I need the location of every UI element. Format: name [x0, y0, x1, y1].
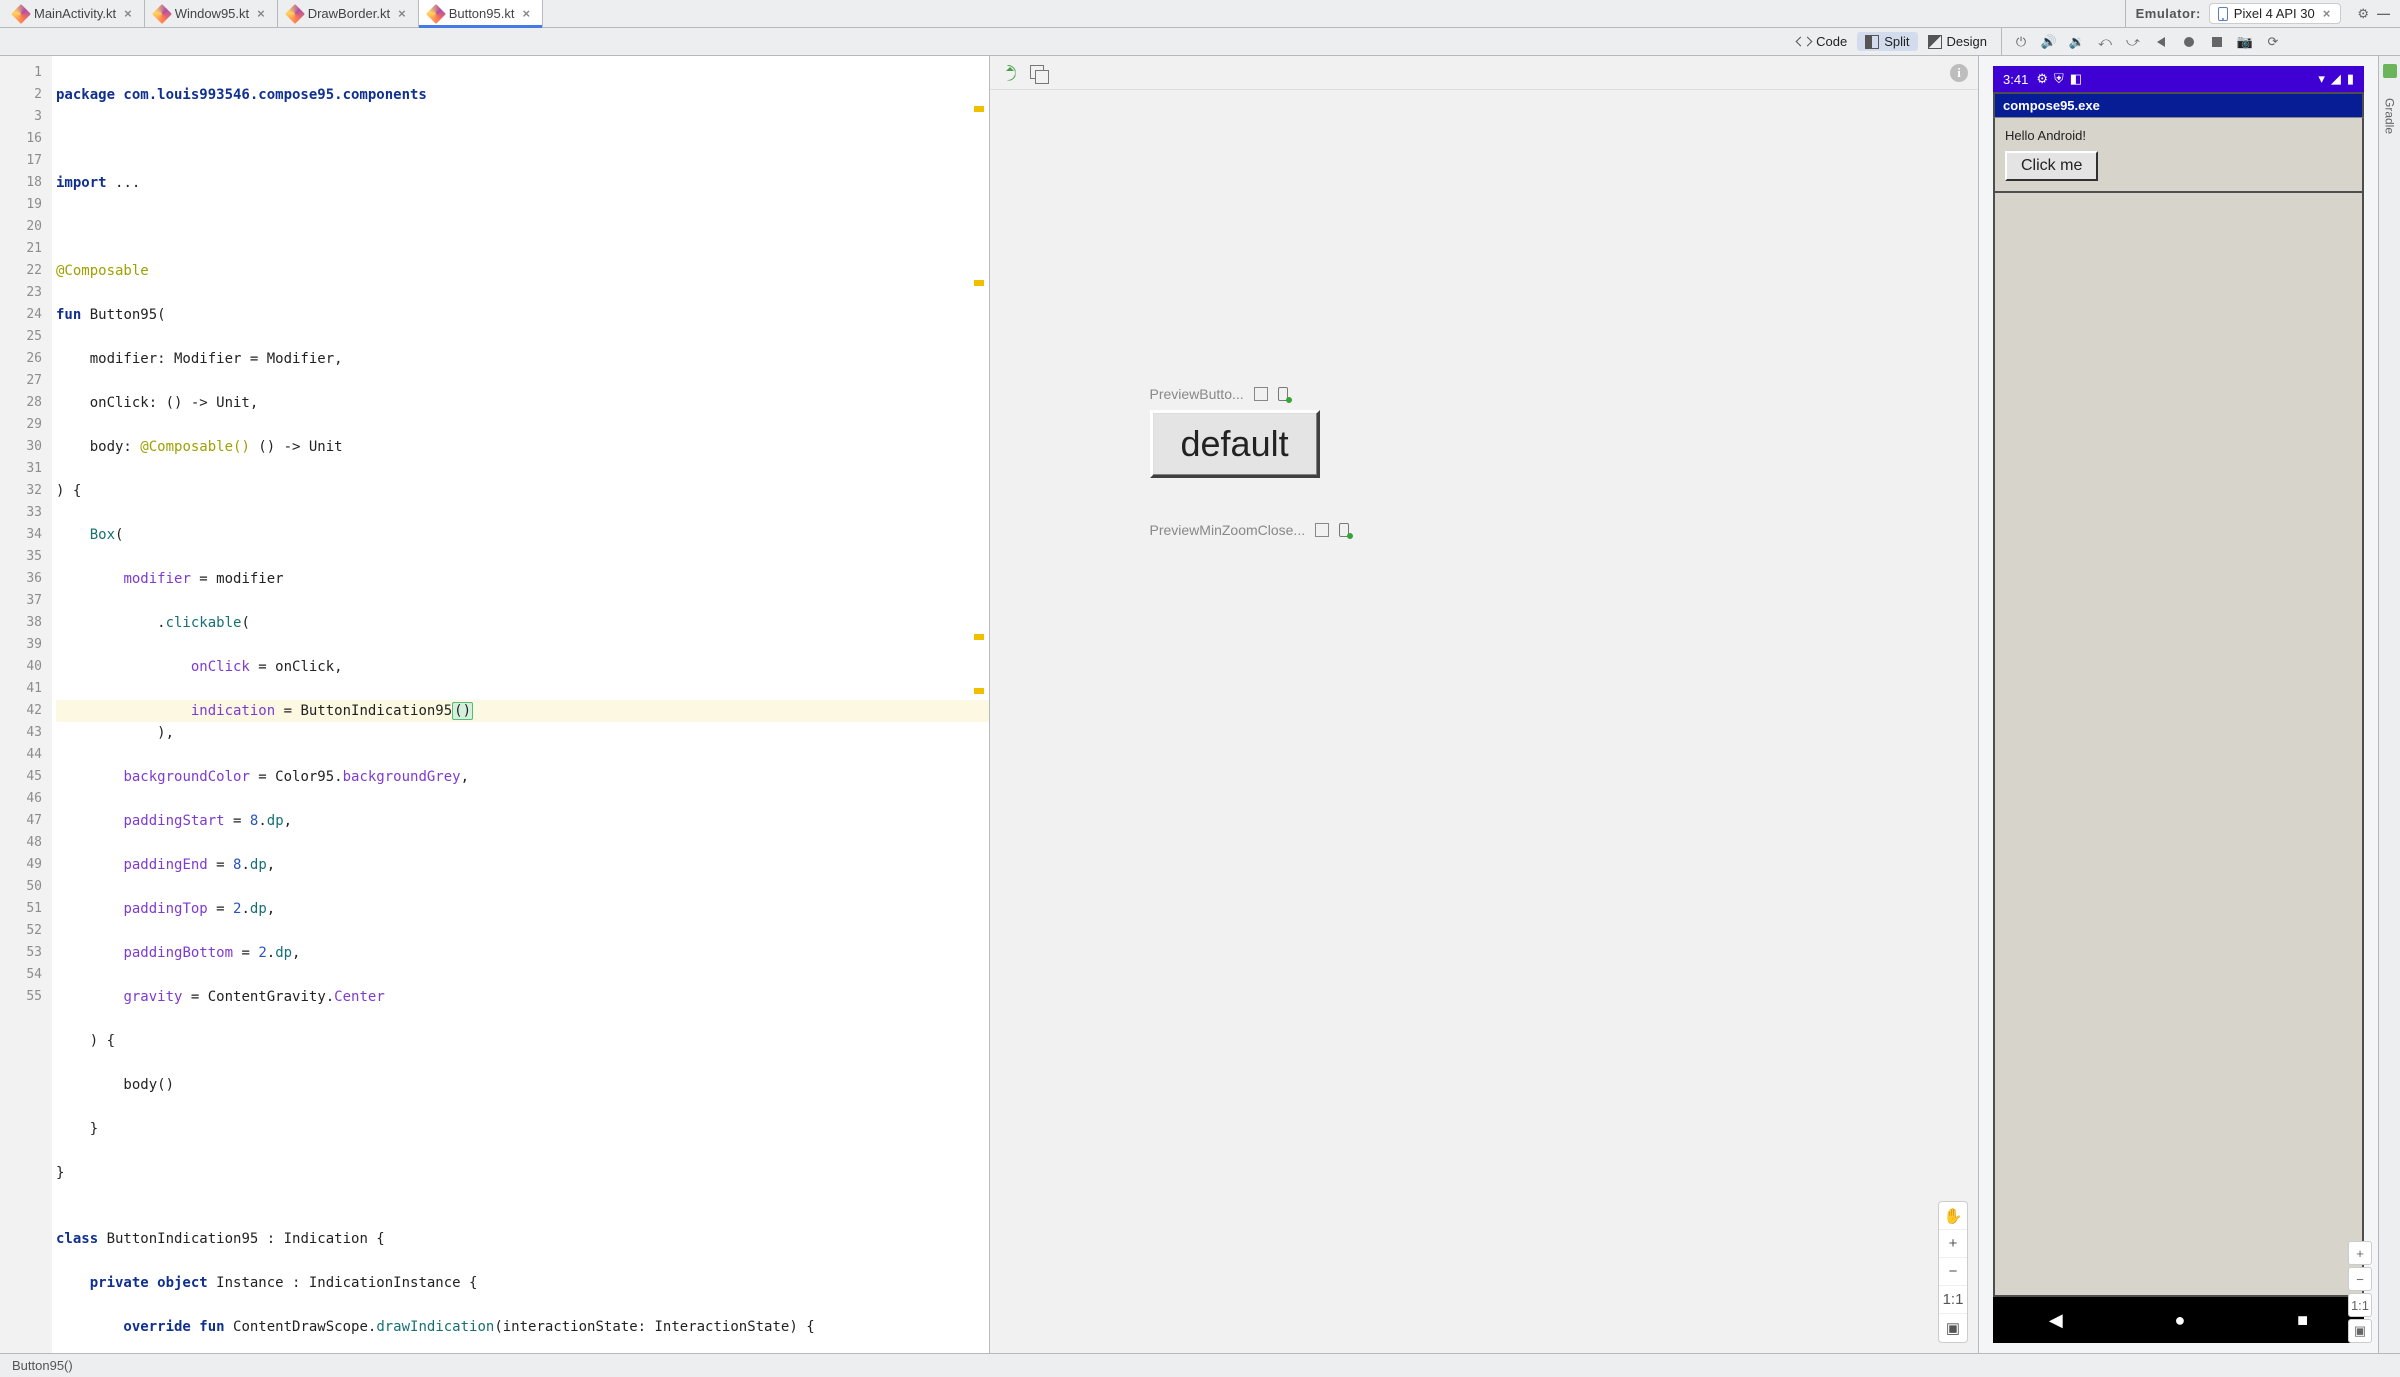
back-icon[interactable]: [2152, 33, 2170, 51]
device-name: Pixel 4 API 30: [2234, 6, 2315, 21]
clock: 3:41: [2003, 72, 2028, 87]
tab-window95[interactable]: Window95.kt ×: [145, 0, 278, 27]
code-icon: [1797, 35, 1811, 49]
kotlin-file-icon: [426, 4, 446, 24]
tab-label: Button95.kt: [449, 6, 515, 21]
zoom-fit-icon[interactable]: ▣: [1939, 1314, 1967, 1342]
code-body[interactable]: package com.louis993546.compose95.compon…: [52, 56, 989, 1353]
kotlin-file-icon: [11, 4, 31, 24]
close-icon[interactable]: ×: [122, 6, 134, 21]
gear-icon[interactable]: ⚙: [2357, 6, 2369, 22]
code-editor[interactable]: 1 2 3 16 17 18 19 20 21 22 23 24 25 26 2…: [0, 56, 990, 1353]
zoom-out-icon[interactable]: −: [1939, 1258, 1967, 1286]
emulator-header: Emulator: Pixel 4 API 30 × ⚙ —: [2125, 0, 2400, 27]
compose-preview-panel: i PreviewButto... default PreviewMinZoom…: [990, 56, 1980, 1353]
gradle-icon[interactable]: [2383, 64, 2397, 78]
click-me-button[interactable]: Click me: [2005, 151, 2098, 181]
editor-tab-bar: MainActivity.kt × Window95.kt × DrawBord…: [0, 0, 2125, 27]
kotlin-file-icon: [152, 4, 172, 24]
volume-up-icon[interactable]: 🔊: [2040, 33, 2058, 51]
deploy-to-device-icon[interactable]: [1278, 387, 1288, 401]
nav-overview-icon[interactable]: ■: [2297, 1310, 2308, 1331]
tab-label: MainActivity.kt: [34, 6, 116, 21]
nav-home-icon[interactable]: ●: [2175, 1310, 2186, 1331]
view-mode-code[interactable]: Code: [1789, 32, 1855, 51]
phone-icon: [2218, 7, 2228, 21]
wifi-icon: ▾: [2318, 71, 2325, 87]
emulator-panel: 3:41 ⚙ ⛨ ◧ ▾ ◢ ▮ compose95.exe Hello And…: [1979, 56, 2378, 1353]
android-screen[interactable]: 3:41 ⚙ ⛨ ◧ ▾ ◢ ▮ compose95.exe Hello And…: [1993, 66, 2364, 1343]
win95-body: Hello Android! Click me: [1993, 117, 2364, 193]
win95-titlebar: compose95.exe: [1993, 92, 2364, 117]
right-tool-strip: Gradle: [2378, 56, 2400, 1353]
pin-icon[interactable]: [1254, 387, 1268, 401]
preview-label-2: PreviewMinZoomClose...: [1150, 522, 1350, 538]
close-icon[interactable]: ×: [2321, 6, 2333, 21]
zoom-in-icon[interactable]: +: [1939, 1230, 1967, 1258]
nav-back-icon[interactable]: ◀: [2049, 1310, 2063, 1331]
error-stripe[interactable]: [974, 62, 986, 742]
app-status-icon: ◧: [2070, 71, 2082, 87]
tab-button95[interactable]: Button95.kt ×: [419, 0, 543, 27]
tab-mainactivity[interactable]: MainActivity.kt ×: [4, 0, 145, 27]
interactive-preview-icon[interactable]: [1030, 65, 1046, 81]
deploy-to-device-icon[interactable]: [1339, 523, 1349, 537]
refresh-icon[interactable]: [1000, 65, 1016, 81]
preview-button-default: default: [1150, 410, 1320, 478]
tab-label: DrawBorder.kt: [308, 6, 390, 21]
tab-drawborder[interactable]: DrawBorder.kt ×: [278, 0, 419, 27]
rotate-left-icon[interactable]: ⤺: [2096, 33, 2114, 51]
emulator-zoom-controls: + − 1:1 ▣: [2348, 1241, 2372, 1343]
screenshot-icon[interactable]: 📷: [2236, 33, 2254, 51]
home-icon[interactable]: [2180, 33, 2198, 51]
minimize-icon[interactable]: —: [2377, 6, 2390, 21]
tab-label: Window95.kt: [175, 6, 249, 21]
zoom-in-icon[interactable]: +: [2348, 1241, 2372, 1265]
view-mode-design[interactable]: Design: [1920, 32, 1995, 51]
hello-text: Hello Android!: [2005, 128, 2086, 143]
emulator-device-selector[interactable]: Pixel 4 API 30 ×: [2209, 3, 2342, 24]
breadcrumb[interactable]: Button95(): [12, 1358, 73, 1373]
shield-status-icon: ⛨: [2054, 71, 2064, 87]
volume-down-icon[interactable]: 🔉: [2068, 33, 2086, 51]
android-statusbar: 3:41 ⚙ ⛨ ◧ ▾ ◢ ▮: [1993, 66, 2364, 92]
power-icon[interactable]: ⏻: [2012, 33, 2030, 51]
battery-icon: ▮: [2347, 71, 2354, 87]
preview-label-1: PreviewButto...: [1150, 386, 1288, 402]
status-bar: Button95(): [0, 1353, 2400, 1377]
zoom-out-icon[interactable]: −: [2348, 1267, 2372, 1291]
kotlin-file-icon: [285, 4, 305, 24]
view-mode-split[interactable]: Split: [1857, 32, 1917, 51]
rotate-right-icon[interactable]: ⤻: [2124, 33, 2142, 51]
win95-client: [1993, 193, 2364, 1297]
line-gutter: 1 2 3 16 17 18 19 20 21 22 23 24 25 26 2…: [0, 56, 52, 1353]
split-icon: [1865, 35, 1879, 49]
pin-icon[interactable]: [1315, 523, 1329, 537]
more-icon[interactable]: ⟳: [2264, 33, 2282, 51]
info-icon[interactable]: i: [1950, 64, 1968, 82]
android-navbar: ◀ ● ■: [1993, 1297, 2364, 1343]
pan-icon[interactable]: ✋: [1939, 1202, 1967, 1230]
zoom-reset[interactable]: 1:1: [1939, 1286, 1967, 1314]
overview-icon[interactable]: [2208, 33, 2226, 51]
emulator-toolbar: ⏻ 🔊 🔉 ⤺ ⤻ 📷 ⟳: [2001, 28, 2400, 55]
preview-zoom-controls: ✋ + − 1:1 ▣: [1938, 1201, 1968, 1343]
emulator-label: Emulator:: [2136, 6, 2201, 21]
zoom-reset[interactable]: 1:1: [2348, 1293, 2372, 1317]
close-icon[interactable]: ×: [396, 6, 408, 21]
close-icon[interactable]: ×: [255, 6, 267, 21]
signal-icon: ◢: [2331, 71, 2341, 87]
gradle-tool-window[interactable]: Gradle: [2383, 92, 2397, 140]
close-icon[interactable]: ×: [520, 6, 532, 21]
design-icon: [1928, 35, 1942, 49]
zoom-fit-icon[interactable]: ▣: [2348, 1319, 2372, 1343]
settings-status-icon: ⚙: [2036, 71, 2048, 87]
